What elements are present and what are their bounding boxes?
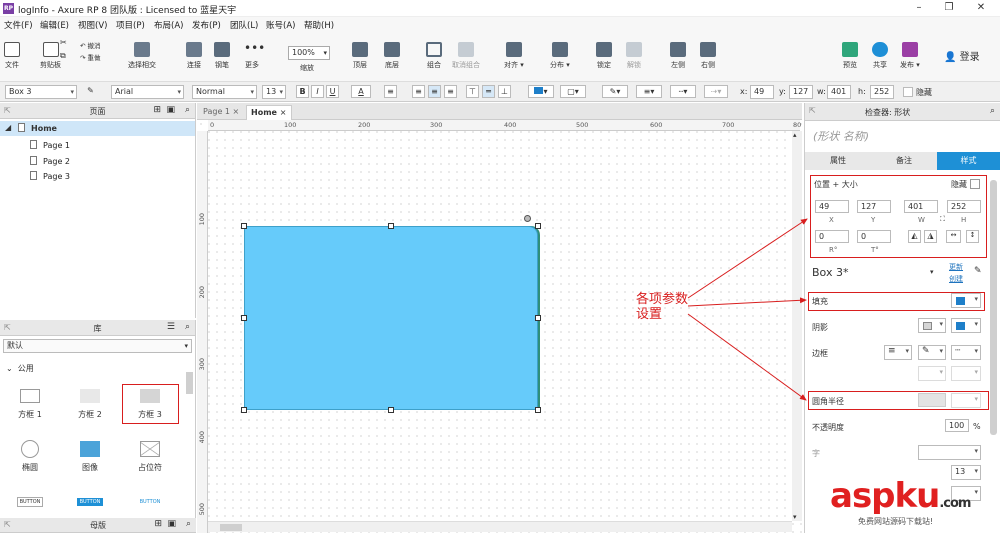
arrow-to-position [687,218,808,299]
arrow-to-fill [687,297,807,307]
annotation-arrows [687,218,808,401]
watermark-subtitle: 免费网站源码下载站! [858,517,934,526]
arrow-to-corner [687,313,807,401]
